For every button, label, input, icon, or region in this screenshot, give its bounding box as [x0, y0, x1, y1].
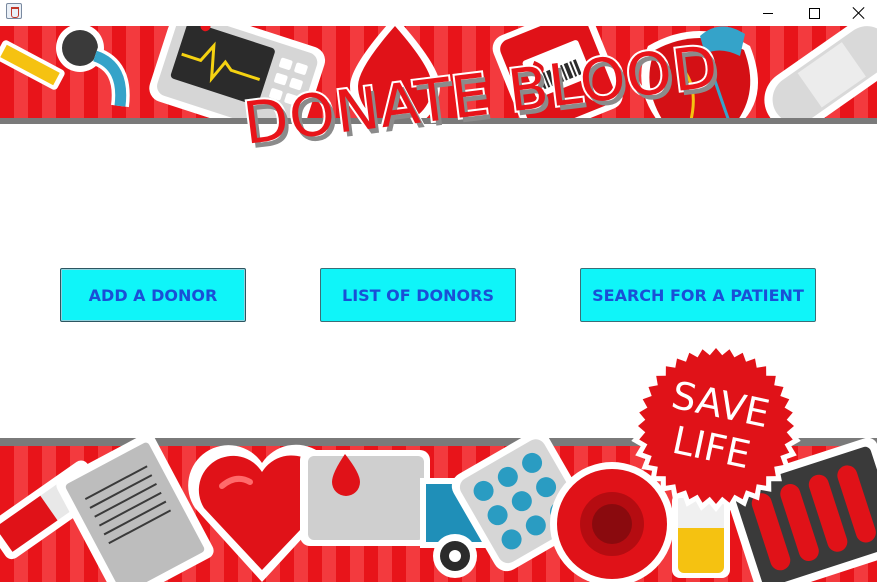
badge-text: SAVE LIFE	[614, 324, 818, 528]
ambulance-truck-sticker	[300, 450, 492, 578]
maximize-button[interactable]	[791, 0, 837, 26]
donate-blood-logo: DONATE BLOOD	[236, 30, 724, 192]
minimize-button[interactable]	[745, 0, 791, 26]
bandage-sticker	[764, 26, 877, 124]
add-donor-button[interactable]: ADD A DONOR	[60, 268, 246, 322]
close-button[interactable]	[836, 0, 877, 26]
clipboard-sticker	[56, 438, 214, 582]
save-life-badge: SAVE LIFE	[630, 340, 802, 512]
close-icon	[853, 7, 865, 19]
search-patient-button[interactable]: SEARCH FOR A PATIENT	[580, 268, 816, 322]
maximize-icon	[808, 7, 820, 19]
java-app-icon	[6, 3, 22, 19]
list-donors-button[interactable]: LIST OF DONORS	[320, 268, 516, 322]
microscope-sticker	[0, 26, 130, 108]
minimize-icon	[763, 12, 773, 14]
window-title-bar	[0, 0, 877, 26]
